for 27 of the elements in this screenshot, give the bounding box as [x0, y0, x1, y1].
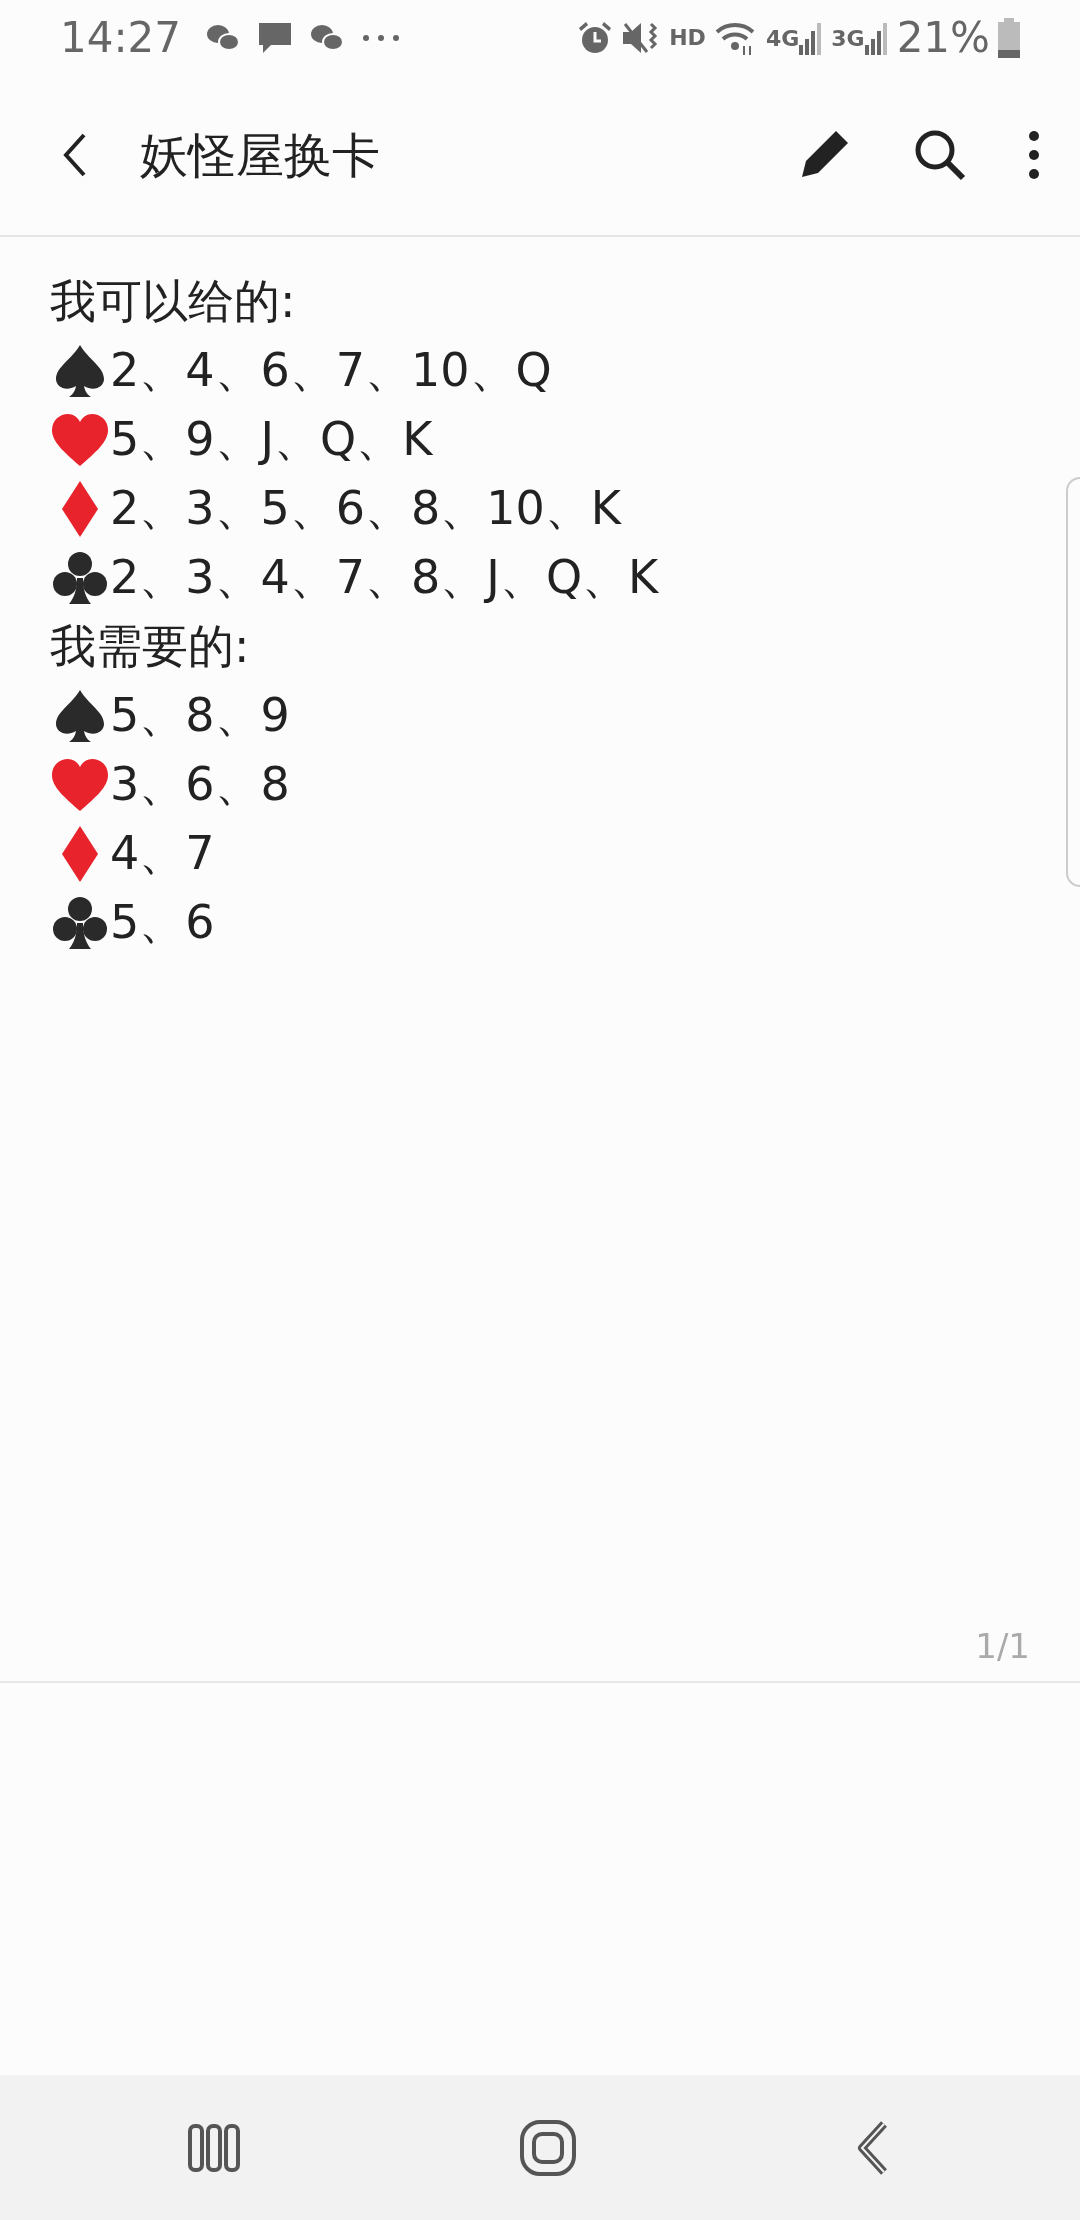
scroll-handle[interactable]: [1066, 477, 1080, 887]
network-type-label: 4G: [765, 24, 800, 53]
more-options-button[interactable]: [1028, 130, 1040, 180]
card-values: 5、6: [110, 894, 215, 951]
more-dots-icon: [361, 32, 402, 43]
home-icon[interactable]: [518, 2117, 578, 2178]
note-title: 妖怪屋换卡: [140, 126, 380, 185]
more-vertical-icon: [1028, 130, 1040, 180]
card-values: 2、3、5、6、8、10、K: [110, 480, 622, 537]
page-counter: 1/1: [975, 1626, 1030, 1666]
card-values: 2、3、4、7、8、J、Q、K: [110, 549, 659, 606]
hd-label: HD: [669, 24, 706, 52]
card-values: 3、6、8: [110, 756, 290, 813]
section-heading: 我需要的:: [50, 618, 250, 675]
battery-percent: 21%: [896, 12, 990, 64]
section-heading: 我可以给的:: [50, 273, 296, 330]
card-values: 2、4、6、7、10、Q: [110, 342, 552, 399]
card-values: 5、9、J、Q、K: [110, 411, 433, 468]
signal-bars-icon: [799, 20, 824, 55]
signal-bars-icon: [864, 20, 889, 55]
card-values: 4、7: [110, 825, 215, 882]
battery-icon: [998, 17, 1020, 58]
message-icon: [257, 20, 294, 55]
network-type-label: 3G: [831, 24, 865, 53]
card-values: 5、8、9: [110, 687, 290, 744]
alarm-clock-icon: [577, 19, 614, 56]
clock-time: 14:27: [60, 12, 182, 64]
